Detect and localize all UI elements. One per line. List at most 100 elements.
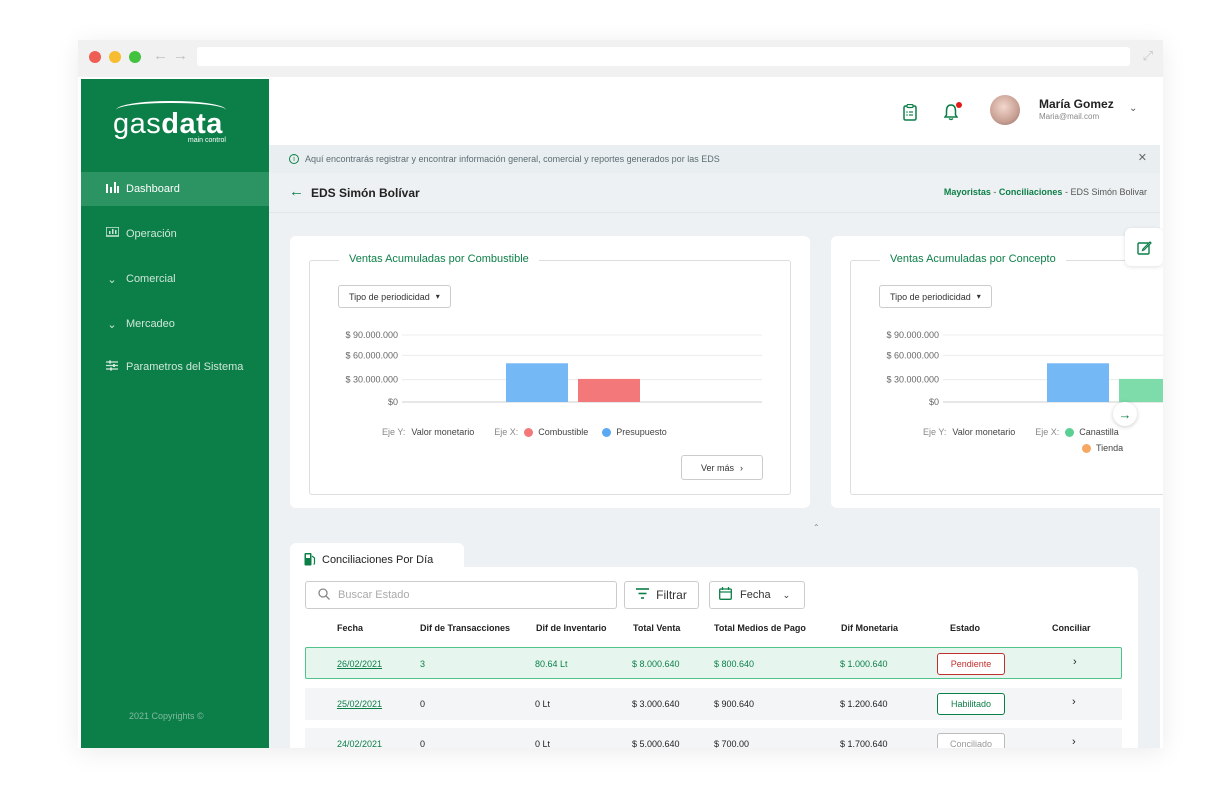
sliders-icon bbox=[103, 360, 121, 374]
bar-presupuesto bbox=[506, 363, 568, 402]
maximize-window-button[interactable] bbox=[129, 51, 141, 63]
minimize-window-button[interactable] bbox=[109, 51, 121, 63]
sidebar-item-comercial[interactable]: ⌄ Comercial bbox=[81, 262, 269, 296]
legend-swatch bbox=[1065, 427, 1075, 437]
info-icon: i bbox=[289, 154, 299, 164]
chevron-down-icon[interactable]: ⌄ bbox=[1129, 103, 1137, 114]
fuel-pump-icon bbox=[304, 552, 316, 569]
chevron-down-icon: ⌄ bbox=[107, 318, 117, 331]
back-nav-icon[interactable]: ← bbox=[153, 47, 168, 64]
sidebar-item-operacion[interactable]: Operación bbox=[81, 217, 269, 251]
user-name[interactable]: María Gomez bbox=[1039, 97, 1114, 111]
y-tick-label: $ 90.000.000 bbox=[886, 330, 939, 340]
status-badge: Conciliado bbox=[937, 733, 1005, 748]
chart-legend: Eje Y: Valor monetario Eje X: Canastilla bbox=[923, 427, 1119, 437]
chart-title: Ventas Acumuladas por Concepto bbox=[880, 253, 1066, 265]
bell-icon[interactable] bbox=[943, 104, 959, 126]
status-badge: Pendiente bbox=[937, 653, 1005, 675]
browser-chrome: ← → ⤢ bbox=[78, 40, 1163, 77]
address-bar[interactable] bbox=[197, 47, 1130, 66]
chart-card-concepto: Ventas Acumuladas por Concepto Tipo de p… bbox=[831, 236, 1163, 508]
sidebar: gasdata main control Dashboard Operación… bbox=[81, 79, 269, 748]
legend-label: Combustible bbox=[538, 427, 589, 437]
legend-swatch bbox=[1082, 443, 1091, 453]
collapse-icon[interactable]: ⌃ bbox=[813, 523, 820, 532]
bar-chart: $ 90.000.000 $ 60.000.000 $ 30.000.000 $0 bbox=[886, 330, 1163, 407]
table-row[interactable]: 25/02/2021 0 0 Lt $ 3.000.640 $ 900.640 … bbox=[305, 688, 1122, 720]
user-email: Maria@mail.com bbox=[1039, 112, 1100, 121]
column-header[interactable]: Conciliar bbox=[1052, 623, 1091, 633]
ver-mas-button[interactable]: Ver más › bbox=[681, 455, 763, 480]
column-header[interactable]: Dif Monetaria bbox=[841, 623, 898, 633]
y-tick-label: $ 30.000.000 bbox=[345, 375, 398, 385]
date-dropdown[interactable]: Fecha ⌄ bbox=[709, 581, 805, 609]
column-header[interactable]: Total Venta bbox=[633, 623, 680, 633]
calendar-icon bbox=[719, 587, 732, 603]
bar-series-0 bbox=[1047, 363, 1109, 402]
sidebar-item-dashboard[interactable]: Dashboard bbox=[81, 172, 269, 206]
page-title: EDS Simón Bolívar bbox=[311, 186, 420, 200]
y-tick-label: $ 60.000.000 bbox=[886, 350, 939, 360]
notification-dot bbox=[956, 102, 962, 108]
chevron-right-icon[interactable]: › bbox=[1072, 736, 1076, 748]
browser-window: ← → ⤢ gasdata main control Dashboard Ope… bbox=[78, 40, 1163, 748]
filter-button[interactable]: Filtrar bbox=[624, 581, 699, 609]
chart-legend-2: Tienda bbox=[1082, 443, 1123, 453]
sidebar-item-parametros[interactable]: Parametros del Sistema bbox=[81, 350, 269, 384]
close-icon[interactable]: ✕ bbox=[1138, 151, 1147, 164]
gasdata-logo: gasdata main control bbox=[113, 101, 228, 145]
back-arrow-icon[interactable]: ← bbox=[289, 183, 304, 200]
page-header: ← EDS Simón Bolívar Mayoristas - Concili… bbox=[269, 173, 1160, 213]
forward-nav-icon[interactable]: → bbox=[173, 47, 188, 64]
row-date-link[interactable]: 26/02/2021 bbox=[337, 659, 382, 669]
avatar[interactable] bbox=[990, 95, 1020, 125]
y-tick-label: $ 60.000.000 bbox=[345, 350, 398, 360]
breadcrumb: Mayoristas - Conciliaciones - EDS Simón … bbox=[943, 187, 1147, 197]
status-badge: Habilitado bbox=[937, 693, 1005, 715]
close-window-button[interactable] bbox=[89, 51, 101, 63]
chevron-down-icon: ▾ bbox=[435, 292, 440, 301]
row-date-link[interactable]: 24/02/2021 bbox=[337, 739, 382, 748]
chevron-down-icon: ⌄ bbox=[107, 273, 117, 286]
legend-swatch bbox=[524, 427, 534, 437]
chevron-down-icon: ⌄ bbox=[782, 589, 791, 600]
breadcrumb-current: EDS Simón Bolivar bbox=[1070, 187, 1147, 197]
expand-icon[interactable]: ⤢ bbox=[1143, 48, 1153, 64]
column-header[interactable]: Dif de Transacciones bbox=[420, 623, 510, 633]
row-date-link[interactable]: 25/02/2021 bbox=[337, 699, 382, 709]
chevron-right-icon[interactable]: › bbox=[1073, 656, 1077, 668]
breadcrumb-item[interactable]: Mayoristas bbox=[944, 187, 991, 197]
bar-chart: $ 90.000.000 $ 60.000.000 $ 30.000.000 $0 bbox=[345, 330, 762, 407]
legend-label: Canastilla bbox=[1079, 427, 1119, 437]
sidebar-item-mercadeo[interactable]: ⌄ Mercadeo bbox=[81, 307, 269, 341]
search-icon bbox=[318, 587, 330, 603]
top-bar: María Gomez Maria@mail.com ⌄ bbox=[269, 79, 1160, 145]
bar-canastilla bbox=[1119, 378, 1163, 402]
y-tick-label: $0 bbox=[388, 397, 398, 407]
column-header[interactable]: Total Medios de Pago bbox=[714, 623, 806, 633]
column-header[interactable]: Dif de Inventario bbox=[536, 623, 607, 633]
chart-legend: Eje Y: Valor monetario Eje X: Combustibl… bbox=[382, 427, 667, 437]
main-content: i Aquí encontrarás registrar y encontrar… bbox=[269, 145, 1163, 748]
periodicidad-select[interactable]: Tipo de periodicidad ▾ bbox=[879, 285, 992, 308]
column-header[interactable]: Fecha bbox=[337, 623, 363, 633]
copyright-text: 2021 Copyrights © bbox=[129, 711, 204, 721]
edit-icon[interactable] bbox=[1125, 228, 1163, 266]
legend-label: Tienda bbox=[1096, 443, 1124, 453]
chart-title: Ventas Acumuladas por Combustible bbox=[339, 253, 539, 265]
table-row[interactable]: 24/02/2021 0 0 Lt $ 5.000.640 $ 700.00 $… bbox=[305, 728, 1122, 748]
periodicidad-select[interactable]: Tipo de periodicidad ▾ bbox=[338, 285, 451, 308]
chart-next-button[interactable]: → bbox=[1113, 402, 1137, 426]
chart-card-combustible: Ventas Acumuladas por Combustible Tipo d… bbox=[290, 236, 810, 508]
bar-chart-icon bbox=[103, 182, 121, 196]
clipboard-check-icon[interactable] bbox=[903, 103, 917, 126]
y-tick-label: $0 bbox=[929, 397, 939, 407]
legend-swatch bbox=[602, 427, 612, 437]
y-tick-label: $ 30.000.000 bbox=[886, 375, 939, 385]
column-header[interactable]: Estado bbox=[950, 623, 980, 633]
chevron-right-icon[interactable]: › bbox=[1072, 696, 1076, 708]
breadcrumb-item[interactable]: Conciliaciones bbox=[999, 187, 1063, 197]
table-row[interactable]: 26/02/2021 3 80.64 Lt $ 8.000.640 $ 800.… bbox=[305, 647, 1122, 679]
search-input[interactable]: Buscar Estado bbox=[305, 581, 617, 609]
conciliaciones-panel: Buscar Estado Filtrar Fecha ⌄ Fecha Dif … bbox=[290, 567, 1138, 748]
